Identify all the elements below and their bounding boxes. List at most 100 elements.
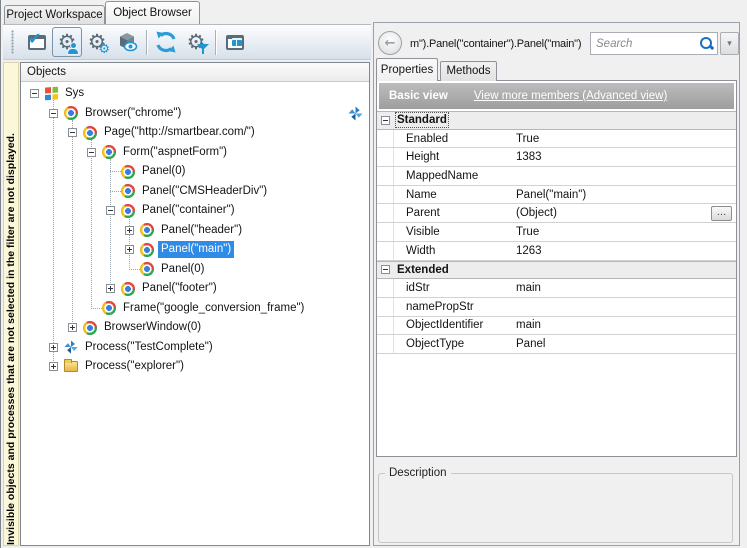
expand-icon[interactable] bbox=[125, 226, 134, 235]
filter-funnel-icon bbox=[197, 44, 209, 55]
collapse-icon[interactable] bbox=[30, 89, 39, 98]
tab-object-browser[interactable]: Object Browser bbox=[105, 1, 200, 24]
tree-item[interactable]: Panel("main") bbox=[21, 240, 369, 260]
tree-item-label: Panel("footer") bbox=[139, 280, 220, 297]
property-group-row[interactable]: Extended bbox=[377, 261, 736, 280]
expand-icon[interactable] bbox=[49, 343, 58, 352]
chrome-icon bbox=[140, 262, 154, 276]
gears-button[interactable]: ⚙⚙ bbox=[82, 27, 112, 57]
property-row[interactable]: Width1263 bbox=[377, 242, 736, 261]
tab-project-workspace[interactable]: Project Workspace bbox=[4, 5, 105, 24]
tree-item-label: Browser("chrome") bbox=[82, 105, 184, 122]
tree-item[interactable]: Process("TestComplete") bbox=[21, 338, 369, 358]
tree-item[interactable]: BrowserWindow(0) bbox=[21, 318, 369, 338]
expand-icon[interactable] bbox=[49, 362, 58, 371]
tree-item[interactable]: Form("aspnetForm") bbox=[21, 143, 369, 163]
tree-item-label: Page("http://smartbear.com/") bbox=[101, 124, 258, 141]
user-icon bbox=[68, 43, 78, 54]
tree-item[interactable]: Browser("chrome") bbox=[21, 104, 369, 124]
property-name: namePropStr bbox=[406, 301, 474, 313]
inspector-panel: ← m").Panel("container").Panel("main") ▾… bbox=[373, 22, 740, 546]
property-row[interactable]: NamePanel("main") bbox=[377, 186, 736, 205]
collapse-icon[interactable] bbox=[381, 265, 390, 274]
chrome-icon bbox=[102, 301, 116, 315]
expand-icon[interactable] bbox=[106, 284, 115, 293]
testcomplete-window: Project Workspace Object Browser ✔ ⚙ ⚙⚙ bbox=[0, 0, 747, 548]
property-value: True bbox=[516, 133, 539, 145]
expand-icon[interactable] bbox=[125, 245, 134, 254]
tree-item-label: Panel("container") bbox=[139, 202, 238, 219]
tree-item[interactable]: Page("http://smartbear.com/") bbox=[21, 123, 369, 143]
tree-item[interactable]: Frame("google_conversion_frame") bbox=[21, 299, 369, 319]
tree-item-label: Frame("google_conversion_frame") bbox=[120, 300, 307, 317]
tree-item-label: Panel("CMSHeaderDiv") bbox=[139, 183, 270, 200]
collapse-icon[interactable] bbox=[87, 148, 96, 157]
cube-eye-button[interactable] bbox=[112, 27, 142, 57]
objects-panel-title: Objects bbox=[21, 63, 369, 82]
back-button[interactable]: ← bbox=[378, 31, 402, 55]
collapse-icon[interactable] bbox=[49, 109, 58, 118]
tree-item[interactable]: Panel(0) bbox=[21, 260, 369, 280]
tree-item-label: Form("aspnetForm") bbox=[120, 144, 230, 161]
description-groupbox: Description bbox=[378, 467, 733, 543]
tree-item[interactable]: Panel("header") bbox=[21, 221, 369, 241]
ellipsis-button[interactable]: … bbox=[711, 206, 732, 221]
objects-panel: Objects SysBrowser("chrome") Page("http:/… bbox=[20, 62, 370, 546]
chrome-icon bbox=[83, 321, 97, 335]
property-row[interactable]: idStrmain bbox=[377, 279, 736, 298]
tree-item[interactable]: Panel(0) bbox=[21, 162, 369, 182]
collapse-icon[interactable] bbox=[381, 116, 390, 125]
tree-item-label: BrowserWindow(0) bbox=[101, 319, 204, 336]
group-name: Extended bbox=[397, 264, 449, 276]
property-row[interactable]: namePropStr bbox=[377, 298, 736, 317]
property-value: (Object) bbox=[516, 207, 557, 219]
tree-item[interactable]: Panel("container") bbox=[21, 201, 369, 221]
properties-page: Basic view View more members (Advanced v… bbox=[376, 80, 737, 457]
chrome-icon bbox=[102, 145, 116, 159]
expand-icon[interactable] bbox=[68, 323, 77, 332]
property-row[interactable]: EnabledTrue bbox=[377, 130, 736, 149]
tree-item[interactable]: Sys bbox=[21, 84, 369, 104]
tree-item[interactable]: Process("explorer") bbox=[21, 357, 369, 377]
gear-user-button[interactable]: ⚙ bbox=[52, 27, 82, 57]
tree-item-label: Panel("header") bbox=[158, 222, 245, 239]
property-name: Visible bbox=[406, 226, 440, 238]
description-label: Description bbox=[385, 467, 451, 479]
search-dropdown-button[interactable]: ▾ bbox=[720, 32, 739, 55]
tree-item-label: Panel("main") bbox=[158, 241, 234, 258]
tree-item-label: Panel(0) bbox=[139, 163, 188, 180]
filter-button[interactable]: ⚙ bbox=[181, 27, 211, 57]
collapse-icon[interactable] bbox=[68, 128, 77, 137]
panel-icon bbox=[232, 38, 242, 46]
tree-item[interactable]: Panel("CMSHeaderDiv") bbox=[21, 182, 369, 202]
property-value: Panel bbox=[516, 338, 545, 350]
chrome-icon bbox=[121, 165, 135, 179]
toolbar: ✔ ⚙ ⚙⚙ ⚙ bbox=[3, 24, 371, 60]
property-group-row[interactable]: Standard bbox=[377, 111, 736, 130]
property-row[interactable]: MappedName bbox=[377, 167, 736, 186]
refresh-icon bbox=[154, 30, 178, 54]
collapse-icon[interactable] bbox=[106, 206, 115, 215]
property-row[interactable]: ObjectIdentifiermain bbox=[377, 317, 736, 336]
toolbar-grip-handle[interactable] bbox=[11, 30, 14, 54]
search-input[interactable] bbox=[590, 32, 718, 55]
tab-methods[interactable]: Methods bbox=[440, 61, 497, 81]
refresh-button[interactable] bbox=[151, 27, 181, 57]
tree-item[interactable]: Panel("footer") bbox=[21, 279, 369, 299]
window-check-button[interactable]: ✔ bbox=[22, 27, 52, 57]
tab-properties[interactable]: Properties bbox=[376, 58, 438, 81]
property-row[interactable]: ObjectTypePanel bbox=[377, 335, 736, 354]
folder-icon bbox=[64, 361, 78, 372]
property-row[interactable]: Parent(Object)… bbox=[377, 204, 736, 223]
toolbar-separator bbox=[215, 30, 216, 55]
window-icon bbox=[226, 35, 244, 50]
property-row[interactable]: VisibleTrue bbox=[377, 223, 736, 242]
property-grid: StandardEnabledTrueHeight1383MappedNameN… bbox=[377, 111, 736, 354]
property-row[interactable]: Height1383 bbox=[377, 148, 736, 167]
sync-pinwheel-icon bbox=[348, 106, 363, 121]
windows-logo-icon bbox=[45, 87, 58, 101]
advanced-view-link[interactable]: View more members (Advanced view) bbox=[474, 90, 667, 102]
chrome-icon bbox=[121, 184, 135, 198]
testcomplete-icon bbox=[64, 340, 78, 354]
dock-panel-button[interactable] bbox=[220, 27, 250, 57]
